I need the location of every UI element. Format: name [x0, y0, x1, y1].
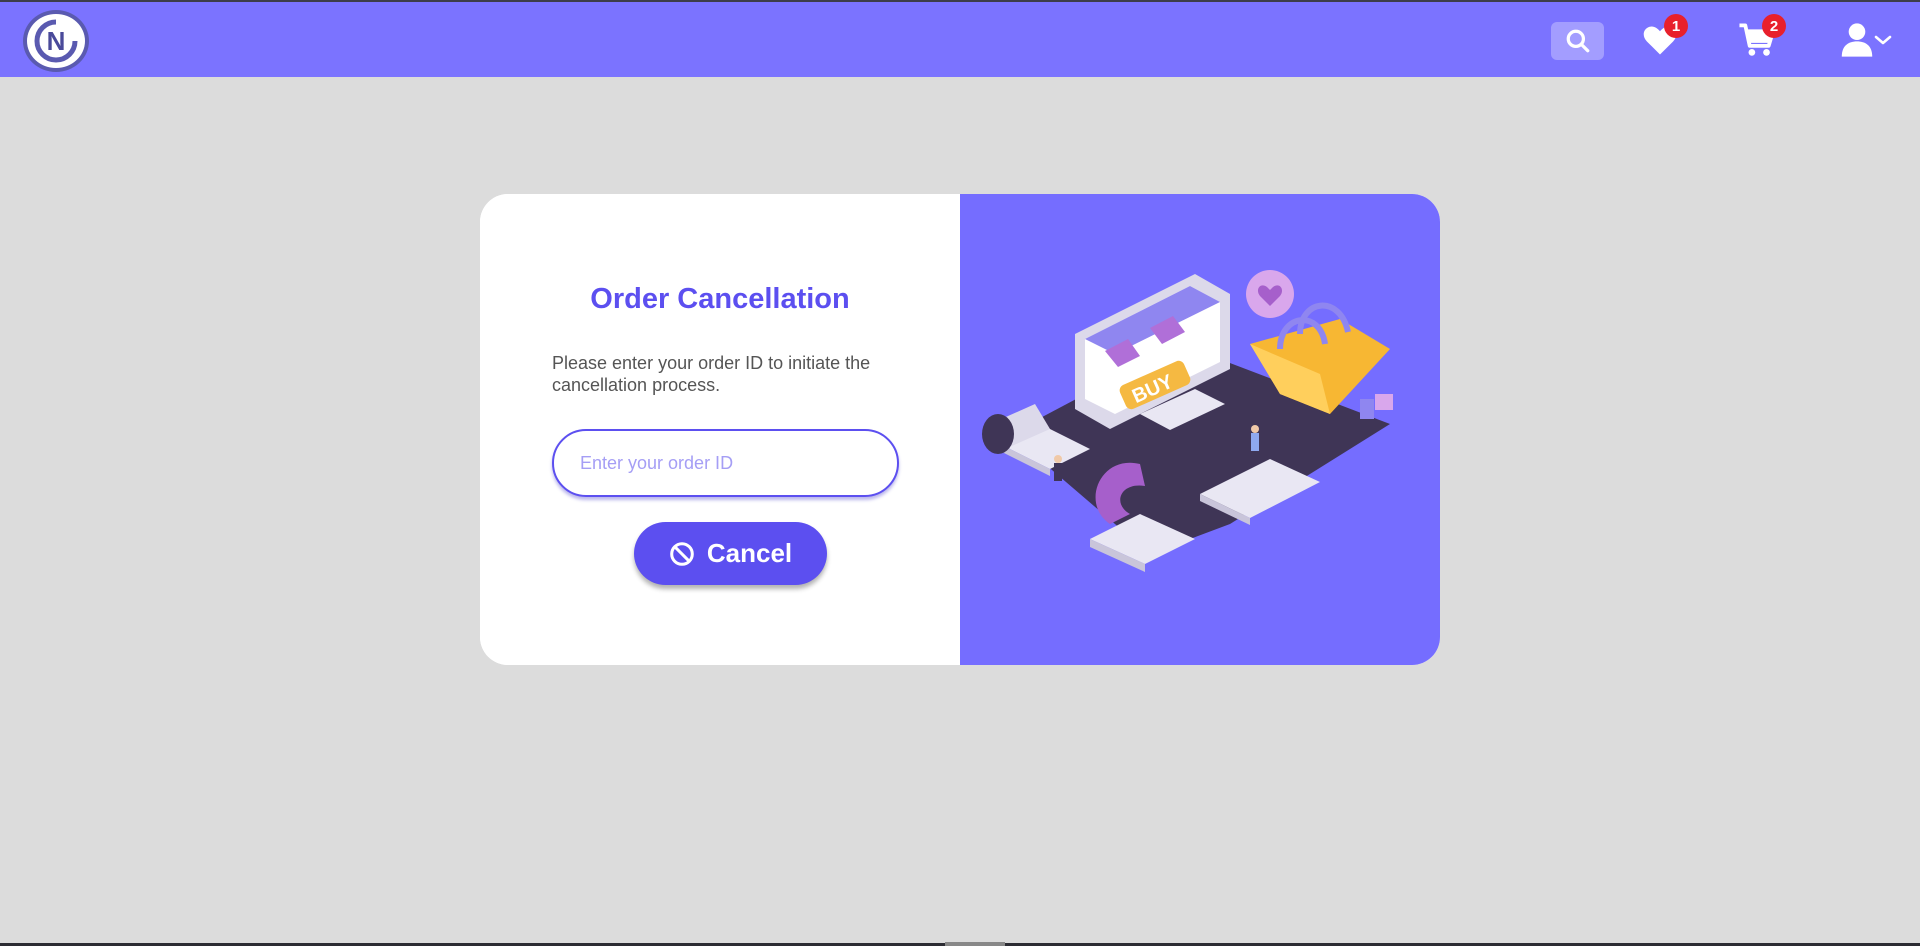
shopping-illustration: BUY [982, 270, 1393, 572]
scroll-indicator [945, 942, 1005, 946]
wishlist-button[interactable]: 1 [1640, 14, 1688, 60]
user-menu-button[interactable] [1836, 20, 1896, 60]
user-icon [1841, 23, 1873, 57]
logo-letter: N [47, 26, 66, 56]
cancel-button-label: Cancel [706, 538, 793, 568]
logo-icon[interactable]: N [23, 10, 89, 72]
cancellation-form-panel: Order Cancellation Please enter your ord… [480, 194, 960, 665]
wishlist-count-badge: 1 [1664, 14, 1688, 38]
order-id-input[interactable] [552, 429, 899, 497]
cancel-order-button[interactable]: Cancel [634, 522, 827, 585]
order-cancellation-card: Order Cancellation Please enter your ord… [480, 194, 1440, 665]
search-button[interactable] [1551, 22, 1604, 60]
search-icon [1566, 29, 1589, 53]
logo-mark: N [34, 19, 78, 63]
instructions-text: Please enter your order ID to initiate t… [552, 353, 871, 395]
cart-count-badge: 2 [1762, 14, 1786, 38]
ban-icon [670, 541, 694, 566]
illustration-panel: BUY [960, 194, 1440, 665]
top-navigation-bar: N 1 2 [0, 0, 1920, 77]
page-title: Order Cancellation [590, 283, 850, 315]
cart-button[interactable]: 2 [1736, 14, 1786, 60]
chevron-down-icon [1874, 35, 1892, 45]
